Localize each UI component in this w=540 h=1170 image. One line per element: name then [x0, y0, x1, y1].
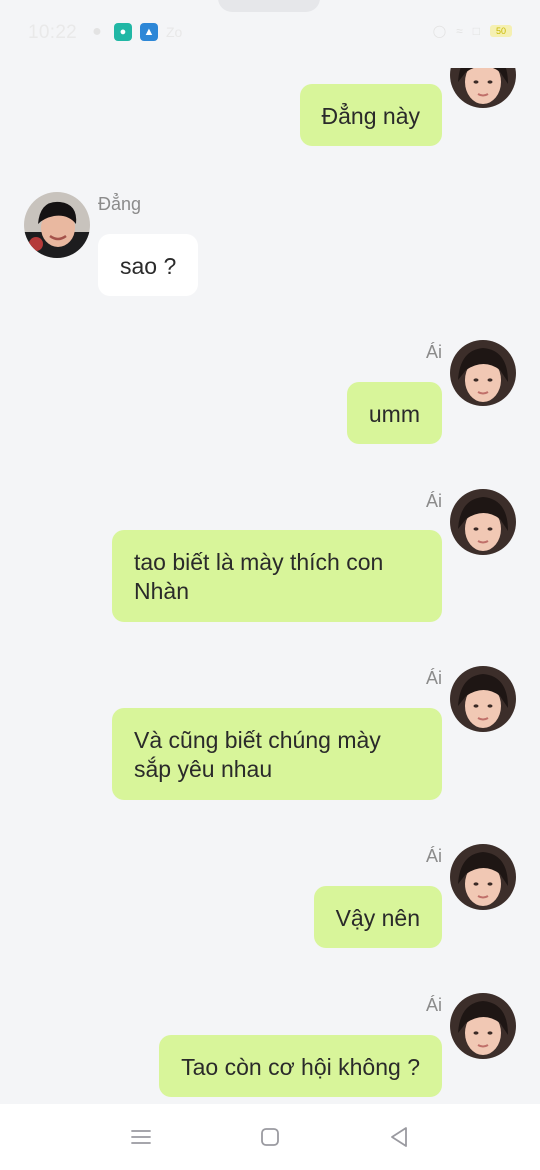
- signal-icon: □: [472, 24, 480, 38]
- girl-avatar[interactable]: [450, 844, 516, 910]
- message-text: Đẳng này: [321, 103, 420, 129]
- eye-icon: ◯: [432, 24, 447, 38]
- system-icons: ◯ ≈ □ 50: [433, 24, 512, 38]
- boy-avatar[interactable]: [24, 192, 90, 258]
- home-icon[interactable]: [255, 1122, 285, 1152]
- message-text: Tao còn cơ hội không ?: [181, 1054, 420, 1080]
- battery-icon: 50: [490, 25, 512, 37]
- pull-down-handle[interactable]: [218, 0, 320, 12]
- notification-icons: ● ● ▲ Zo: [88, 23, 182, 41]
- message-text: umm: [368, 401, 420, 427]
- status-bar: 10:22 ● ● ▲ Zo ◯ ≈ □ 50: [0, 0, 540, 68]
- outgoing-message-bubble[interactable]: Tao còn cơ hội không ?: [159, 1035, 442, 1097]
- sender-name: Ái: [425, 846, 442, 866]
- navigation-bar: [0, 1104, 540, 1170]
- battery-level: 50: [495, 26, 506, 36]
- message-bubble-icon: ●: [114, 23, 132, 41]
- sender-name: Ái: [425, 995, 442, 1015]
- wifi-icon: ≈: [456, 24, 463, 38]
- sender-name: Đẳng: [98, 194, 142, 214]
- girl-avatar[interactable]: [450, 489, 516, 555]
- incoming-message-bubble[interactable]: sao ?: [98, 234, 199, 296]
- message-text: Vậy nên: [335, 905, 420, 931]
- sender-name: Ái: [425, 342, 442, 362]
- message-text: sao ?: [120, 253, 177, 279]
- notification-text: Zo: [166, 24, 183, 40]
- outgoing-message-bubble[interactable]: umm: [346, 382, 442, 444]
- message-text: Và cũng biết chúng mày sắp yêu nhau: [134, 727, 381, 782]
- outgoing-message-bubble[interactable]: Vậy nên: [313, 886, 442, 948]
- girl-avatar[interactable]: [450, 666, 516, 732]
- snapchat-icon: ●: [92, 23, 102, 40]
- chat-thread[interactable]: Ái Đẳng này Đẳng sao ? Ái umm Ái tao biế…: [0, 0, 540, 1104]
- back-icon[interactable]: [384, 1122, 414, 1152]
- outgoing-message-bubble[interactable]: tao biết là mày thích con Nhàn: [112, 530, 442, 622]
- app-icon: ▲: [140, 23, 158, 41]
- sender-name: Ái: [425, 668, 442, 688]
- menu-icon[interactable]: [126, 1122, 156, 1152]
- outgoing-message-bubble[interactable]: Đẳng này: [299, 84, 442, 146]
- girl-avatar[interactable]: [450, 993, 516, 1059]
- girl-avatar[interactable]: [450, 340, 516, 406]
- message-text: tao biết là mày thích con Nhàn: [134, 549, 384, 604]
- sender-name: Ái: [425, 491, 442, 511]
- status-time: 10:22: [28, 22, 78, 43]
- outgoing-message-bubble[interactable]: Và cũng biết chúng mày sắp yêu nhau: [112, 708, 442, 800]
